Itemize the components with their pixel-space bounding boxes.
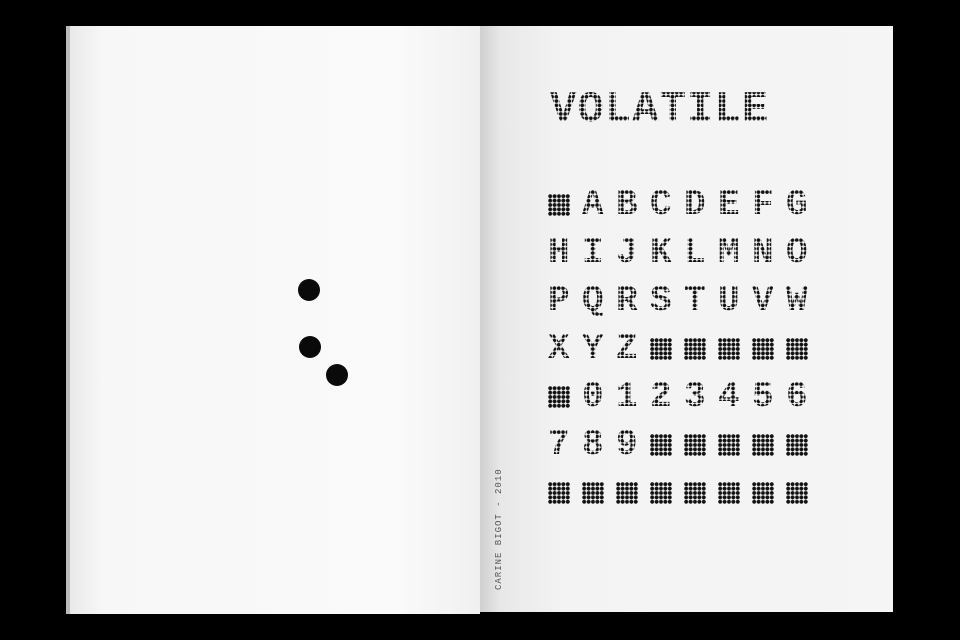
specimen-row: 0123456 [548, 379, 820, 430]
ink-dot [298, 279, 320, 301]
glyph: M [718, 235, 752, 271]
glyph: G [786, 187, 820, 223]
missing-glyph-box [752, 478, 786, 508]
missing-glyph-box [650, 334, 684, 364]
glyph-box [548, 482, 570, 504]
specimen-row: PQRSTUVW [548, 283, 820, 334]
glyph-box [650, 434, 672, 456]
missing-glyph-box [548, 478, 582, 508]
glyph: 5 [752, 379, 786, 415]
missing-glyph-box [616, 478, 650, 508]
glyph: 6 [786, 379, 820, 415]
glyph: 7 [548, 427, 582, 463]
glyph: V [752, 283, 786, 319]
missing-glyph-box [718, 478, 752, 508]
glyph-box [548, 386, 570, 408]
glyph-box [752, 434, 774, 456]
specimen-row: ABCDEFG [548, 187, 820, 238]
glyph-box [684, 482, 706, 504]
glyph: 4 [718, 379, 752, 415]
missing-glyph-box [684, 478, 718, 508]
glyph-box [616, 482, 638, 504]
missing-glyph-box [684, 334, 718, 364]
missing-glyph-box [752, 334, 786, 364]
glyph: K [650, 235, 684, 271]
ink-dot [326, 364, 348, 386]
missing-glyph-box [718, 430, 752, 460]
glyph-box [718, 338, 740, 360]
glyph-box [684, 338, 706, 360]
glyph: 1 [616, 379, 650, 415]
specimen-row [548, 478, 820, 526]
glyph: X [548, 331, 582, 367]
missing-glyph-box [548, 382, 582, 412]
glyph-box [650, 482, 672, 504]
missing-glyph-box [752, 430, 786, 460]
glyph: U [718, 283, 752, 319]
glyph: 3 [684, 379, 718, 415]
glyph: W [786, 283, 820, 319]
glyph: H [548, 235, 582, 271]
specimen-row: XYZ [548, 331, 820, 382]
missing-glyph-box [786, 334, 820, 364]
glyph: 0 [582, 379, 616, 415]
spine-credit: CARINE BIGOT - 2010 [494, 468, 504, 590]
glyph: 2 [650, 379, 684, 415]
specimen-row: 789 [548, 427, 820, 478]
glyph-box [582, 482, 604, 504]
glyph: F [752, 187, 786, 223]
glyph: S [650, 283, 684, 319]
glyph: R [616, 283, 650, 319]
glyph-box [718, 482, 740, 504]
ink-dot [299, 336, 321, 358]
glyph-box [752, 482, 774, 504]
missing-glyph-box [684, 430, 718, 460]
glyph: D [684, 187, 718, 223]
glyph: Z [616, 331, 650, 367]
glyph-box [650, 338, 672, 360]
glyph: I [582, 235, 616, 271]
glyph: L [684, 235, 718, 271]
glyph: N [752, 235, 786, 271]
glyph: 9 [616, 427, 650, 463]
missing-glyph-box [650, 478, 684, 508]
glyph: J [616, 235, 650, 271]
glyph-box [786, 482, 808, 504]
left-page [66, 26, 480, 614]
glyph: Q [582, 283, 616, 319]
missing-glyph-box [718, 334, 752, 364]
glyph: E [718, 187, 752, 223]
glyph: O [786, 235, 820, 271]
glyph-box [684, 434, 706, 456]
glyph-box [752, 338, 774, 360]
glyph-box [548, 194, 570, 216]
glyph-box [718, 434, 740, 456]
missing-glyph-box [548, 190, 582, 220]
glyph: P [548, 283, 582, 319]
specimen-title: VOLATILE [550, 85, 770, 135]
specimen-row: HIJKLMNO [548, 235, 820, 286]
missing-glyph-box [786, 478, 820, 508]
glyph: A [582, 187, 616, 223]
missing-glyph-box [786, 430, 820, 460]
glyph-box [786, 338, 808, 360]
glyph: C [650, 187, 684, 223]
glyph: T [684, 283, 718, 319]
glyph: Y [582, 331, 616, 367]
glyph-box [786, 434, 808, 456]
missing-glyph-box [650, 430, 684, 460]
glyph: 8 [582, 427, 616, 463]
glyph: B [616, 187, 650, 223]
glyph-specimen: ABCDEFGHIJKLMNOPQRSTUVWXYZ0123456789 [548, 187, 820, 526]
missing-glyph-box [582, 478, 616, 508]
